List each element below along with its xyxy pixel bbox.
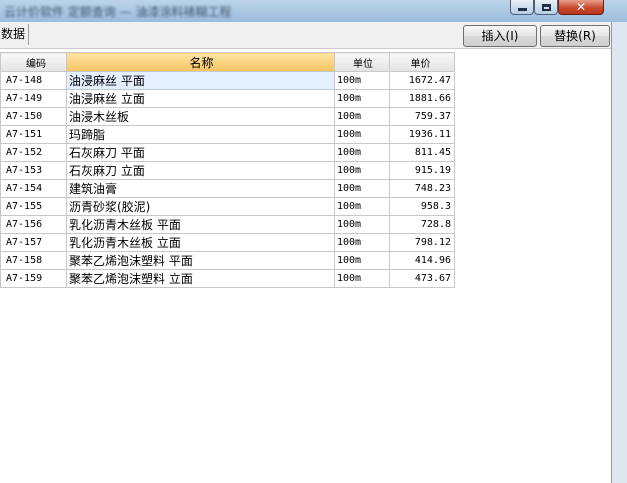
cell-code[interactable]: A7-156 <box>0 215 67 234</box>
cell-name[interactable]: 石灰麻刀 平面 <box>66 143 335 162</box>
cell-price[interactable]: 811.45 <box>389 143 455 162</box>
cell-name[interactable]: 油浸麻丝 立面 <box>66 89 335 108</box>
cell-price[interactable]: 728.8 <box>389 215 455 234</box>
cell-price[interactable]: 1672.47 <box>389 71 455 90</box>
cell-code[interactable]: A7-152 <box>0 143 67 162</box>
cell-name[interactable]: 聚苯乙烯泡沫塑料 平面 <box>66 251 335 270</box>
table-row[interactable]: A7-159 聚苯乙烯泡沫塑料 立面 100m 473.67 <box>0 269 455 288</box>
cell-price[interactable]: 748.23 <box>389 179 455 198</box>
cell-unit[interactable]: 100m <box>334 197 390 216</box>
cell-unit[interactable]: 100m <box>334 233 390 252</box>
window-frame-right <box>611 22 627 483</box>
cell-code[interactable]: A7-159 <box>0 269 67 288</box>
table-row[interactable]: A7-156 乳化沥青木丝板 平面 100m 728.8 <box>0 215 455 234</box>
toolbar: 数据 插入(I) 替换(R) <box>0 22 611 49</box>
table-row[interactable]: A7-155 沥青砂浆(胶泥) 100m 958.3 <box>0 197 455 216</box>
cell-price[interactable]: 414.96 <box>389 251 455 270</box>
cell-code[interactable]: A7-149 <box>0 89 67 108</box>
minimize-icon <box>517 8 527 11</box>
maximize-icon <box>541 3 551 11</box>
table-header-row: 编码 名称 单位 单价 <box>0 52 455 72</box>
cell-price[interactable]: 473.67 <box>389 269 455 288</box>
cell-price[interactable]: 1936.11 <box>389 125 455 144</box>
minimize-button[interactable] <box>510 0 534 15</box>
cell-unit[interactable]: 100m <box>334 161 390 180</box>
window-title: 云计价软件 定额查询 — 油漆涂料裱糊工程 <box>4 5 232 19</box>
close-icon: ✕ <box>575 0 587 14</box>
cell-price[interactable]: 1881.66 <box>389 89 455 108</box>
table-row[interactable]: A7-150 油浸木丝板 100m 759.37 <box>0 107 455 126</box>
cell-code[interactable]: A7-158 <box>0 251 67 270</box>
cell-unit[interactable]: 100m <box>334 215 390 234</box>
cell-code[interactable]: A7-154 <box>0 179 67 198</box>
title-bar: 云计价软件 定额查询 — 油漆涂料裱糊工程 ✕ <box>0 0 627 22</box>
cell-name[interactable]: 玛蹄脂 <box>66 125 335 144</box>
cell-unit[interactable]: 100m <box>334 251 390 270</box>
cell-name[interactable]: 建筑油膏 <box>66 179 335 198</box>
cell-unit[interactable]: 100m <box>334 269 390 288</box>
insert-button[interactable]: 插入(I) <box>463 25 537 47</box>
cell-unit[interactable]: 100m <box>334 89 390 108</box>
cell-name[interactable]: 乳化沥青木丝板 立面 <box>66 233 335 252</box>
cell-code[interactable]: A7-157 <box>0 233 67 252</box>
table-row[interactable]: A7-149 油浸麻丝 立面 100m 1881.66 <box>0 89 455 108</box>
cell-code[interactable]: A7-151 <box>0 125 67 144</box>
cell-code[interactable]: A7-148 <box>0 71 67 90</box>
cell-unit[interactable]: 100m <box>334 179 390 198</box>
table-row[interactable]: A7-157 乳化沥青木丝板 立面 100m 798.12 <box>0 233 455 252</box>
cell-name[interactable]: 乳化沥青木丝板 平面 <box>66 215 335 234</box>
table-row[interactable]: A7-154 建筑油膏 100m 748.23 <box>0 179 455 198</box>
cell-name[interactable]: 油浸木丝板 <box>66 107 335 126</box>
cell-code[interactable]: A7-155 <box>0 197 67 216</box>
table-row[interactable]: A7-158 聚苯乙烯泡沫塑料 平面 100m 414.96 <box>0 251 455 270</box>
cell-unit[interactable]: 100m <box>334 125 390 144</box>
table-row[interactable]: A7-152 石灰麻刀 平面 100m 811.45 <box>0 143 455 162</box>
column-header-name[interactable]: 名称 <box>66 52 335 72</box>
column-header-code[interactable]: 编码 <box>0 52 67 72</box>
table-row[interactable]: A7-151 玛蹄脂 100m 1936.11 <box>0 125 455 144</box>
cell-name[interactable]: 聚苯乙烯泡沫塑料 立面 <box>66 269 335 288</box>
cell-name[interactable]: 沥青砂浆(胶泥) <box>66 197 335 216</box>
cell-name[interactable]: 油浸麻丝 平面 <box>66 71 335 90</box>
close-button[interactable]: ✕ <box>558 0 604 15</box>
cell-price[interactable]: 759.37 <box>389 107 455 126</box>
table-row[interactable]: A7-153 石灰麻刀 立面 100m 915.19 <box>0 161 455 180</box>
cell-price[interactable]: 958.3 <box>389 197 455 216</box>
cell-name[interactable]: 石灰麻刀 立面 <box>66 161 335 180</box>
cell-unit[interactable]: 100m <box>334 143 390 162</box>
replace-button[interactable]: 替换(R) <box>540 25 610 47</box>
cell-code[interactable]: A7-150 <box>0 107 67 126</box>
cell-price[interactable]: 915.19 <box>389 161 455 180</box>
cell-price[interactable]: 798.12 <box>389 233 455 252</box>
column-header-price[interactable]: 单价 <box>389 52 455 72</box>
cell-unit[interactable]: 100m <box>334 107 390 126</box>
maximize-button[interactable] <box>534 0 558 15</box>
tab-data[interactable]: 数据 <box>0 24 29 45</box>
quota-table: 编码 名称 单位 单价 A7-148 油浸麻丝 平面 100m 1672.47 … <box>0 52 455 288</box>
cell-code[interactable]: A7-153 <box>0 161 67 180</box>
column-header-unit[interactable]: 单位 <box>334 52 390 72</box>
table-row[interactable]: A7-148 油浸麻丝 平面 100m 1672.47 <box>0 71 455 90</box>
cell-unit[interactable]: 100m <box>334 71 390 90</box>
